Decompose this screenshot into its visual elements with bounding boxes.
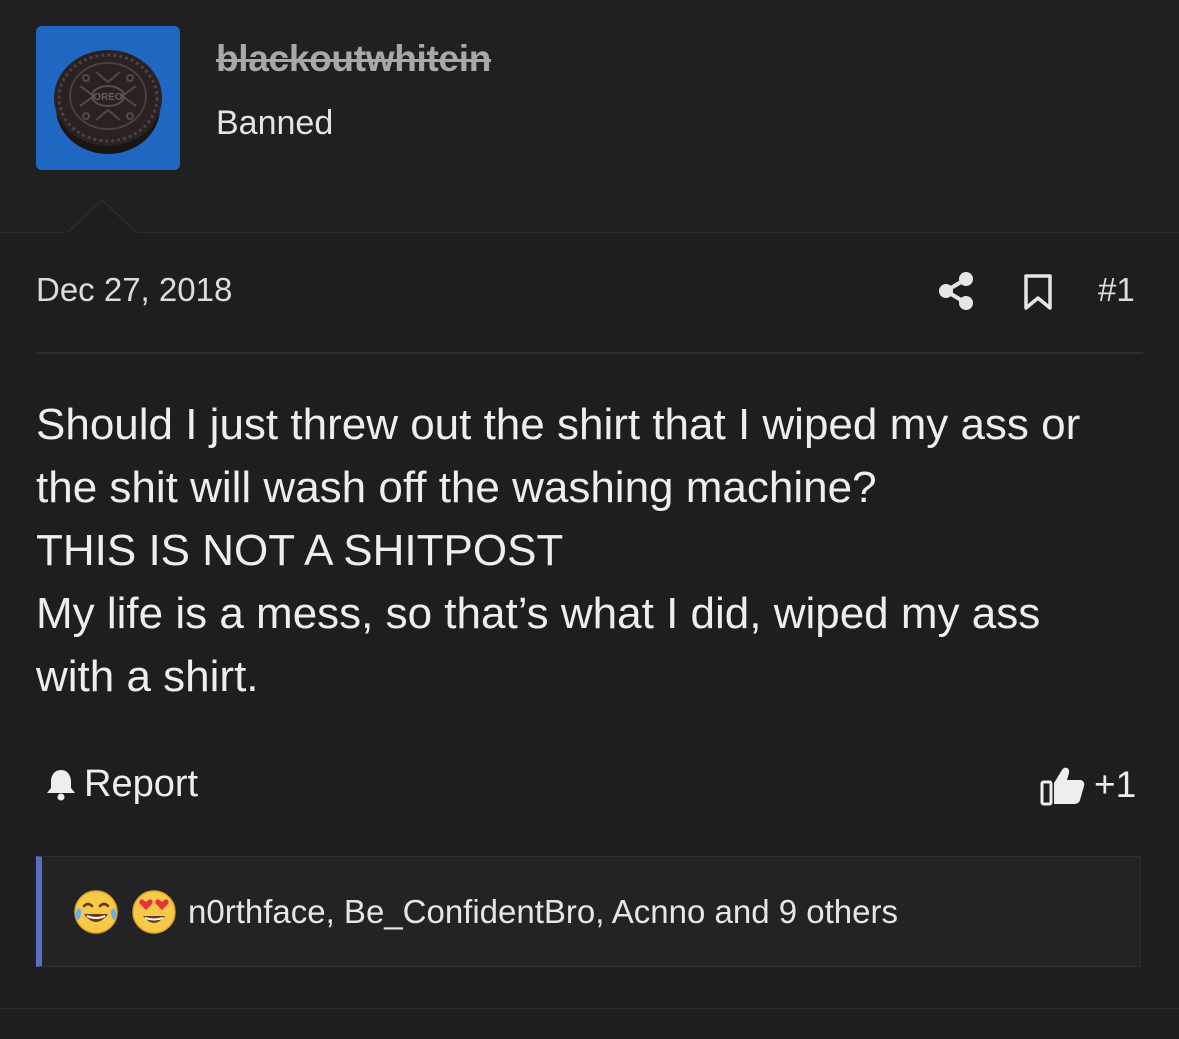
thumbs-up-icon	[1040, 767, 1085, 806]
message-line: THIS IS NOT A SHITPOST	[36, 526, 564, 575]
message-line: the shit will wash off the washing machi…	[36, 463, 877, 512]
report-button[interactable]: Report	[44, 763, 198, 805]
user-avatar[interactable]: OREO	[36, 26, 180, 170]
like-count: +1	[1094, 764, 1137, 805]
reaction-users[interactable]: n0rthface, Be_ConfidentBro, Acnno and 9 …	[188, 893, 898, 931]
username[interactable]: blackoutwhitein	[216, 38, 491, 80]
message-line: with a shirt.	[36, 652, 259, 701]
post-author-header: OREO blackoutwhitein Banned	[0, 0, 1179, 234]
forum-post: OREO blackoutwhitein Banned Dec 27, 2018…	[0, 0, 1179, 1039]
message-line: Should I just threw out the shirt that I…	[36, 400, 1081, 449]
divider	[36, 352, 1143, 354]
message-line: My life is a mess, so that’s what I did,…	[36, 589, 1041, 638]
oreo-cookie-icon: OREO	[36, 26, 180, 170]
message-arrow	[66, 198, 138, 234]
like-button[interactable]: +1	[1040, 763, 1136, 807]
post-body: Dec 27, 2018 #1 Should I just threw out …	[0, 233, 1179, 1009]
reactions-bar[interactable]: n0rthface, Be_ConfidentBro, Acnno and 9 …	[36, 856, 1141, 967]
bell-icon	[47, 770, 75, 801]
svg-text:OREO: OREO	[93, 92, 123, 103]
post-number[interactable]: #1	[1098, 271, 1135, 309]
report-label: Report	[84, 762, 199, 805]
share-icon[interactable]	[937, 271, 975, 311]
post-date[interactable]: Dec 27, 2018	[36, 271, 232, 309]
post-message: Should I just threw out the shirt that I…	[36, 393, 1143, 708]
bookmark-icon[interactable]	[1022, 273, 1054, 311]
user-title: Banned	[216, 104, 334, 142]
tears-of-joy-emoji-icon	[74, 889, 118, 934]
heart-eyes-emoji-icon	[132, 889, 176, 934]
